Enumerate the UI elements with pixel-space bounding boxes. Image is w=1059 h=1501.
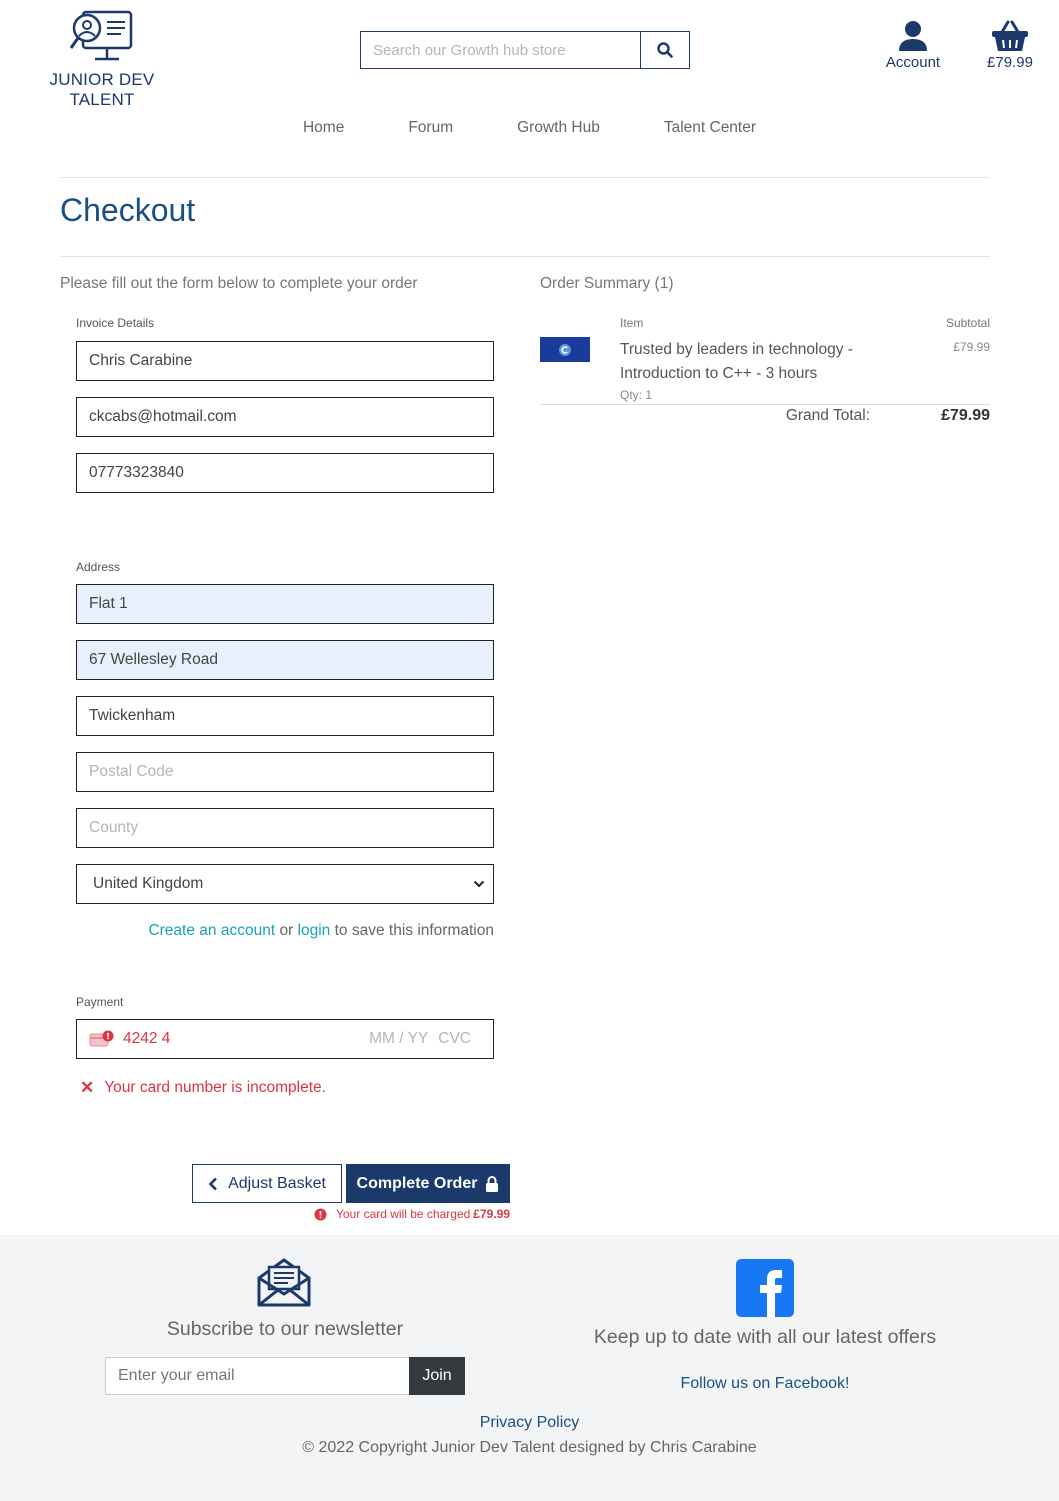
search-button[interactable] — [640, 32, 689, 68]
complete-order-label: Complete Order — [356, 1174, 478, 1192]
grand-total-label: Grand Total: — [785, 407, 870, 424]
town-field[interactable]: Twickenham — [76, 696, 494, 736]
nav-talent-center[interactable]: Talent Center — [664, 119, 756, 137]
email-field[interactable]: ckcabs@hotmail.com — [76, 397, 494, 437]
account-label: Account — [885, 54, 941, 71]
login-link[interactable]: login — [298, 922, 331, 939]
newsletter-form: Join — [105, 1357, 465, 1395]
developer-monitor-icon — [69, 10, 133, 61]
order-item-price: £79.99 — [953, 340, 990, 354]
address-label: Address — [76, 560, 121, 574]
facebook-title: Keep up to date with all our latest offe… — [593, 1326, 937, 1348]
privacy-policy-link[interactable]: Privacy Policy — [0, 1414, 1059, 1432]
cpp-logo-icon — [559, 343, 571, 356]
basket-link[interactable]: £79.99 — [980, 20, 1040, 71]
save-info-suffix: to save this information — [334, 922, 494, 939]
postal-code-field[interactable]: Postal Code — [76, 752, 494, 792]
copyright-text: © 2022 Copyright Junior Dev Talent desig… — [302, 1439, 757, 1456]
chevron-down-icon — [473, 880, 485, 888]
save-info-or: or — [279, 922, 294, 939]
newsletter-title: Subscribe to our newsletter — [166, 1318, 404, 1340]
county-field[interactable]: County — [76, 808, 494, 848]
item-column-header: Item — [620, 316, 644, 330]
divider — [60, 256, 990, 257]
charge-note-text: Your card will be charged — [335, 1207, 471, 1221]
account-link[interactable]: Account — [880, 20, 946, 71]
adjust-basket-label: Adjust Basket — [228, 1174, 326, 1192]
search-icon — [657, 42, 673, 58]
summary-divider — [540, 404, 990, 405]
phone-field[interactable]: 07773323840 — [76, 453, 494, 493]
country-select-value: United Kingdom — [93, 875, 204, 892]
join-button[interactable]: Join — [409, 1357, 465, 1395]
lock-icon — [486, 1175, 499, 1192]
facebook-link[interactable]: Follow us on Facebook! — [540, 1375, 990, 1393]
subtotal-column-header: Subtotal — [945, 316, 990, 330]
create-account-link[interactable]: Create an account — [148, 922, 275, 939]
warning-icon — [314, 1208, 327, 1220]
error-x-icon: ✕ — [80, 1078, 95, 1097]
search-input[interactable] — [361, 32, 640, 68]
save-info-text: Create an account or login to save this … — [76, 922, 494, 940]
card-error-message: ✕ Your card number is incomplete. — [80, 1078, 326, 1098]
site-logo[interactable]: JUNIOR DEV TALENT — [16, 8, 188, 110]
card-input[interactable]: 4242 4 MM / YY CVC — [76, 1019, 494, 1059]
charge-amount: £79.99 — [473, 1207, 510, 1221]
search-bar — [360, 31, 690, 69]
full-name-field[interactable]: Chris Carabine — [76, 341, 494, 381]
logo-text: JUNIOR DEV TALENT — [49, 70, 155, 109]
country-select[interactable]: United Kingdom — [76, 864, 494, 904]
complete-order-button[interactable]: Complete Order — [346, 1164, 510, 1203]
nav-home[interactable]: Home — [303, 119, 344, 137]
card-error-text: Your card number is incomplete. — [104, 1079, 326, 1096]
card-number-value: 4242 4 — [123, 1030, 171, 1047]
shopping-basket-icon — [992, 20, 1028, 51]
card-error-icon — [89, 1030, 114, 1047]
address-line1-field[interactable]: Flat 1 — [76, 584, 494, 624]
order-summary-title: Order Summary (1) — [540, 275, 674, 292]
main-nav: Home Forum Growth Hub Talent Center — [0, 119, 1059, 137]
address-line2-field[interactable]: 67 Wellesley Road — [76, 640, 494, 680]
nav-growth-hub[interactable]: Growth Hub — [517, 119, 600, 137]
grand-total-value: £79.99 — [941, 407, 990, 424]
order-item-name: Trusted by leaders in technology - Intro… — [620, 341, 853, 382]
adjust-basket-button[interactable]: Adjust Basket — [192, 1164, 342, 1203]
charge-note: Your card will be charged £79.99 — [314, 1207, 510, 1221]
user-icon — [899, 21, 927, 51]
page-title: Checkout — [60, 192, 196, 228]
order-item-qty: Qty: 1 — [620, 388, 653, 402]
card-expiry-placeholder: MM / YY — [369, 1030, 429, 1047]
nav-forum[interactable]: Forum — [408, 119, 453, 137]
payment-label: Payment — [76, 995, 124, 1009]
form-intro: Please fill out the form below to comple… — [60, 275, 418, 292]
chevron-left-icon — [208, 1177, 217, 1190]
basket-total: £79.99 — [987, 54, 1033, 71]
invoice-details-label: Invoice Details — [76, 316, 155, 330]
divider — [60, 177, 990, 178]
product-thumbnail — [540, 337, 590, 362]
newsletter-email-input[interactable] — [105, 1357, 409, 1395]
card-cvc-placeholder: CVC — [438, 1030, 471, 1047]
facebook-icon[interactable] — [736, 1259, 794, 1317]
newsletter-envelope-icon — [257, 1258, 311, 1307]
